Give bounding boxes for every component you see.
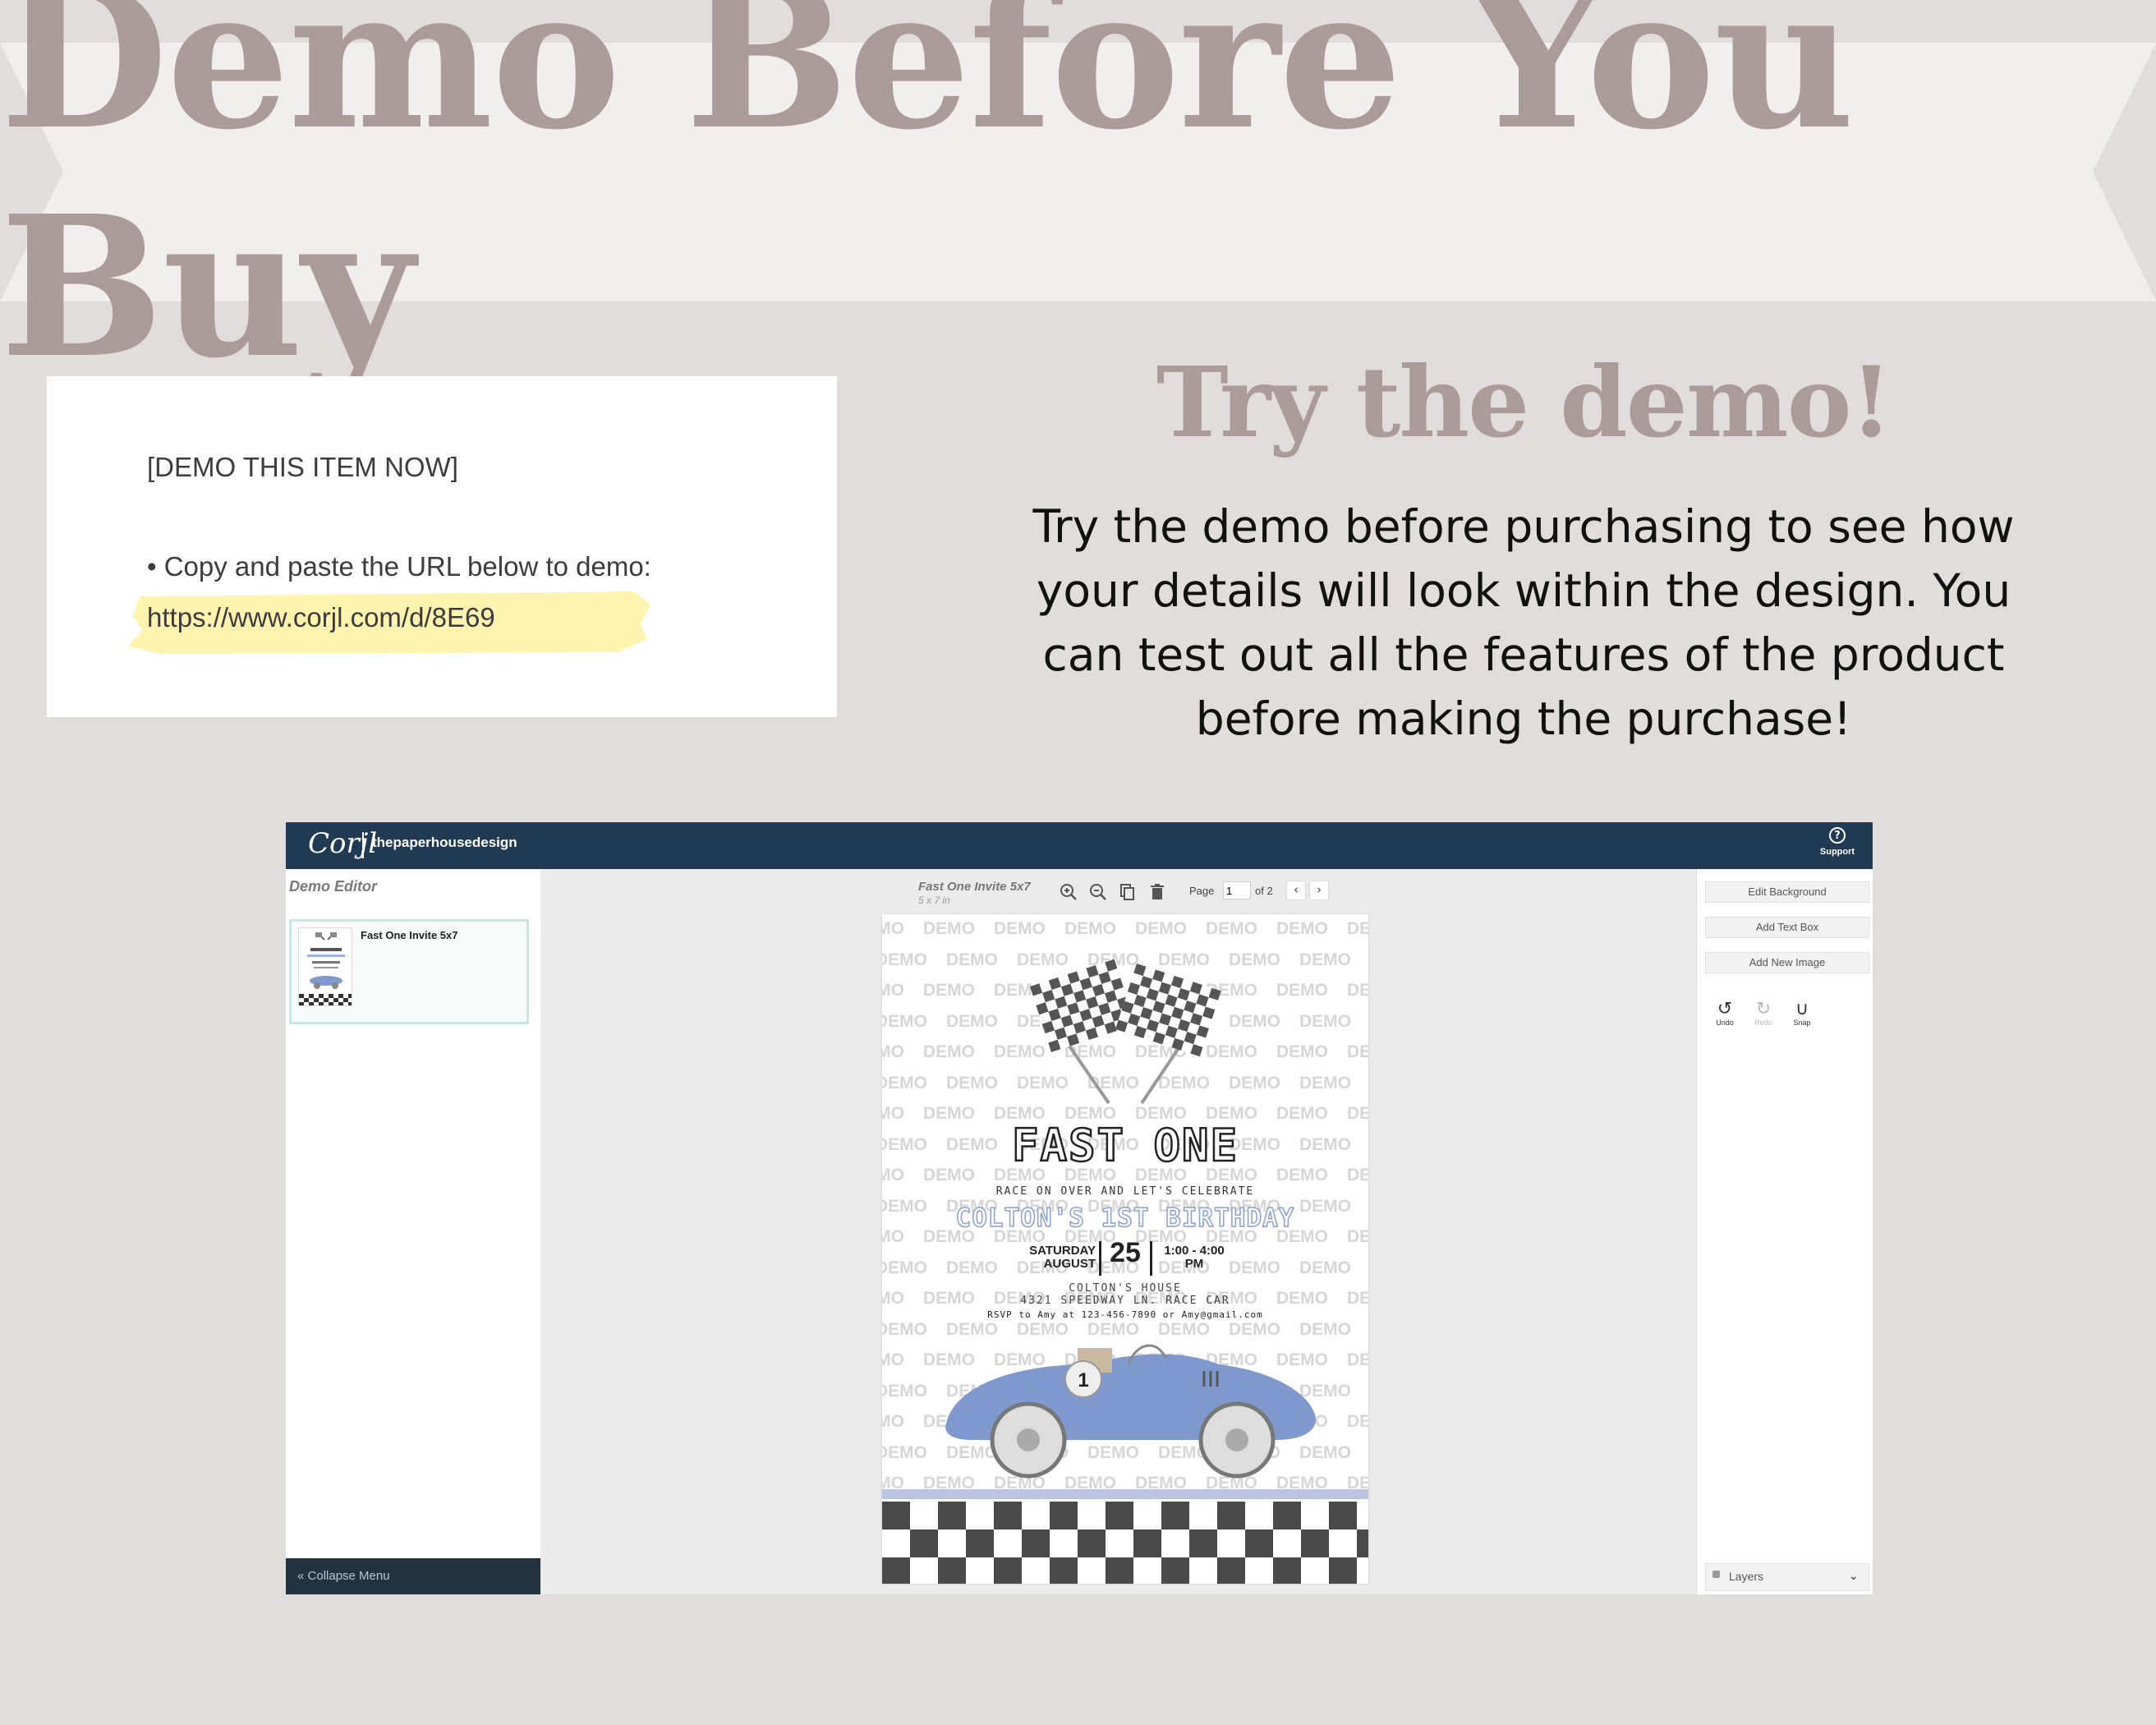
invite-day[interactable]: 25: [1102, 1237, 1148, 1269]
try-demo-description: Try the demo before purchasing to see ho…: [1032, 500, 2015, 745]
invite-ampm: PM: [1184, 1257, 1204, 1271]
collapse-menu-label: Collapse Menu: [307, 1569, 390, 1583]
demo-editor-title: Demo Editor: [289, 878, 378, 895]
checkered-band: [882, 1502, 1368, 1584]
checkered-flags-icon: [1030, 959, 1221, 1105]
help-icon: ?: [1829, 827, 1846, 844]
lock-icon: [1712, 1571, 1720, 1578]
edit-background-button[interactable]: Edit Background: [1705, 881, 1869, 903]
invite-time[interactable]: 1:00 - 4:00 PM: [1153, 1244, 1235, 1271]
demo-url-card: [DEMO THIS ITEM NOW] • Copy and paste th…: [47, 376, 837, 717]
invite-rsvp[interactable]: RSVP to Amy at 123-456-7890 or Amy@gmail…: [882, 1309, 1368, 1320]
support-label: Support: [1819, 847, 1855, 857]
demo-url-link[interactable]: https://www.corjl.com/d/8E69: [147, 602, 495, 633]
prev-page-button[interactable]: ‹: [1286, 881, 1306, 900]
add-new-image-button[interactable]: Add New Image: [1705, 952, 1869, 973]
undo-icon: ↺: [1717, 998, 1733, 1019]
canvas-toolbar: Fast One Invite 5x7 5 x 7 in Page of 2 ‹…: [918, 878, 1460, 911]
undo-label: Undo: [1716, 1019, 1734, 1027]
time-divider: [1150, 1241, 1152, 1276]
invite-day-month[interactable]: SATURDAY AUGUST: [1014, 1244, 1096, 1271]
page-label: Page: [1189, 885, 1215, 897]
invite-month: AUGUST: [1043, 1257, 1096, 1271]
corjl-logo[interactable]: Corjl: [308, 827, 377, 860]
layers-label: Layers: [1729, 1570, 1764, 1583]
chevron-right-icon: ›: [1317, 882, 1322, 897]
redo-icon: ↻: [1755, 998, 1772, 1019]
template-card[interactable]: Fast One Invite 5x7: [289, 919, 529, 1024]
invite-honoree[interactable]: COLTON'S 1ST BIRTHDAY: [882, 1203, 1368, 1234]
undo-button[interactable]: ↺ Undo: [1708, 998, 1741, 1028]
redo-button[interactable]: ↻ Redo: [1747, 998, 1780, 1028]
corjl-editor-screenshot: Corjl thepaperhousedesign ? Support Demo…: [286, 822, 1873, 1594]
shop-name: thepaperhousedesign: [372, 835, 517, 850]
template-name: Fast One Invite 5x7: [361, 929, 458, 941]
zoom-out-icon[interactable]: [1087, 881, 1109, 903]
chevron-down-icon: ⌄: [1848, 1569, 1859, 1583]
logo-divider: [362, 832, 364, 858]
document-name: Fast One Invite 5x7: [918, 880, 1031, 894]
try-demo-heading: Try the demo!: [1156, 345, 1892, 459]
next-page-button[interactable]: ›: [1309, 881, 1329, 900]
invitation-canvas[interactable]: DEMODEMODEMODEMODEMODEMODEMODEMODEMODEMO…: [882, 914, 1368, 1584]
page-number-input[interactable]: [1223, 881, 1251, 899]
editor-topbar: Corjl thepaperhousedesign ? Support: [286, 822, 1873, 869]
template-thumbnail: [298, 927, 352, 1006]
title-banner: Demo Before You Buy: [0, 0, 2156, 401]
left-panel: Demo Editor Fast One Invite 5x7 « Collap…: [286, 869, 540, 1594]
add-text-box-button[interactable]: Add Text Box: [1705, 917, 1869, 938]
snap-label: Snap: [1793, 1019, 1811, 1027]
invite-place[interactable]: COLTON'S HOUSE: [882, 1282, 1368, 1295]
invite-time-range: 1:00 - 4:00: [1164, 1244, 1225, 1258]
magnet-icon: ∪: [1795, 998, 1809, 1019]
invite-title[interactable]: FAST ONE: [882, 1119, 1368, 1173]
layers-dropdown[interactable]: Layers ⌄: [1705, 1563, 1869, 1591]
race-car-illustration: 1: [945, 1344, 1317, 1479]
redo-label: Redo: [1754, 1019, 1772, 1027]
support-button[interactable]: ? Support: [1817, 827, 1858, 857]
snap-button[interactable]: ∪ Snap: [1786, 998, 1818, 1028]
document-size: 5 x 7 in: [918, 895, 950, 906]
date-divider: [1099, 1241, 1101, 1276]
invite-subtitle[interactable]: RACE ON OVER AND LET'S CELEBRATE: [882, 1185, 1368, 1198]
invite-day-name: SATURDAY: [1029, 1244, 1096, 1258]
zoom-in-icon[interactable]: [1058, 881, 1079, 903]
chevron-left-icon: ‹: [1294, 882, 1299, 897]
right-panel: Edit Background Add Text Box Add New Ima…: [1696, 869, 1873, 1594]
page-total: of 2: [1255, 885, 1273, 897]
double-chevron-left-icon: «: [297, 1569, 305, 1583]
collapse-menu-button[interactable]: « Collapse Menu: [286, 1558, 540, 1594]
trash-icon[interactable]: [1147, 881, 1168, 903]
demo-card-header: [DEMO THIS ITEM NOW]: [147, 452, 458, 482]
svg-text:1: 1: [1078, 1369, 1088, 1392]
demo-card-instruction: • Copy and paste the URL below to demo:: [147, 551, 651, 582]
duplicate-icon[interactable]: [1117, 881, 1138, 903]
invite-address[interactable]: 4321 SPEEDWAY LN. RACE CAR: [882, 1295, 1368, 1307]
banner-title: Demo Before You Buy: [0, 0, 1855, 401]
